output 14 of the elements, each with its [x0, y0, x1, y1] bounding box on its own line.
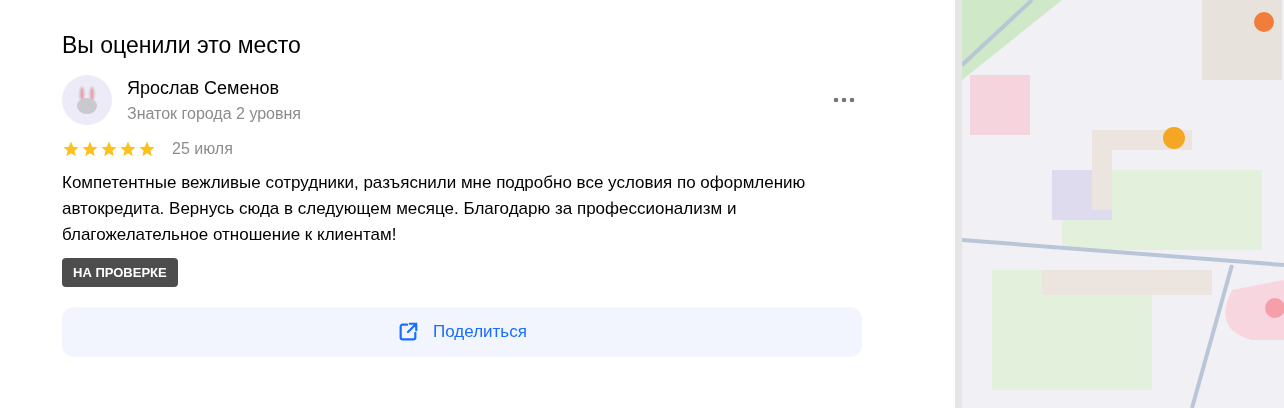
star-icon — [138, 140, 156, 158]
review-text: Компетентные вежливые сотрудники, разъяснили мне подробно все условия по оформлению автокредита. Вернусь сюда в следующем месяце. Благодарю за профессионализм и благожелательное отношение к клиентам! — [62, 172, 807, 246]
author-name[interactable]: Ярослав Семенов — [127, 75, 301, 100]
more-icon — [833, 97, 855, 103]
star-icon — [119, 140, 137, 158]
review-date: 25 июля — [172, 139, 233, 159]
status-label: НА ПРОВЕРКЕ — [62, 258, 178, 287]
share-icon — [397, 321, 420, 343]
share-button[interactable]: Поделиться — [62, 307, 862, 357]
star-icon — [100, 140, 118, 158]
section-title: Вы оценили это место — [62, 31, 302, 60]
star-icon — [81, 140, 99, 158]
author-level: Знаток города 2 уровня — [127, 103, 301, 124]
star-icon — [62, 140, 80, 158]
